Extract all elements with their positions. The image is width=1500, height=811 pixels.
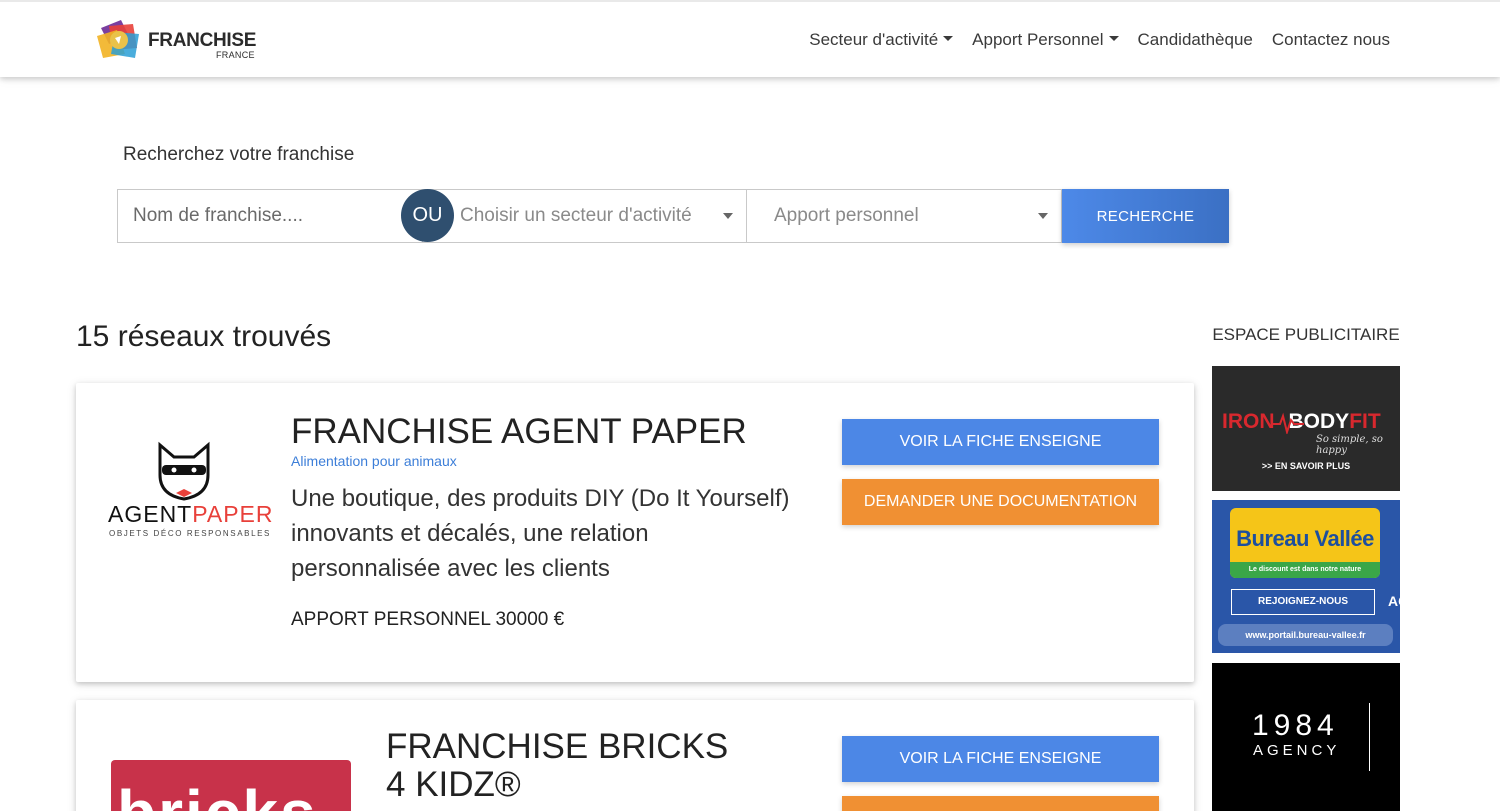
ad-bv-cta: REJOIGNEZ-NOUS — [1231, 589, 1375, 615]
request-documentation-button[interactable] — [842, 796, 1159, 811]
nav-contact[interactable]: Contactez nous — [1272, 30, 1390, 50]
nav-secteur-dropdown[interactable]: Secteur d'activité — [809, 30, 954, 50]
request-documentation-button[interactable]: DEMANDER UNE DOCUMENTATION — [842, 479, 1159, 525]
ad-space-title: ESPACE PUBLICITAIRE — [1212, 325, 1400, 344]
apport-select[interactable]: Apport personnel — [747, 189, 1062, 243]
franchise-apport: APPORT PERSONNEL 30000 € — [291, 609, 565, 630]
caret-down-icon — [1108, 36, 1119, 41]
ad-bv-badge: Bureau Vallée Le discount est dans notre… — [1230, 508, 1380, 578]
search-bar: Nom de franchise.... OU Choisir un secte… — [117, 189, 1229, 243]
ad-ironbodyfit-cta: >> EN SAVOIR PLUS — [1261, 461, 1351, 471]
nav-apport-dropdown[interactable]: Apport Personnel — [972, 30, 1119, 50]
franchise-name-input[interactable]: Nom de franchise.... — [117, 189, 422, 243]
logo-subtitle: FRANCE — [216, 50, 255, 60]
franchise-category[interactable]: Alimentation pour animaux — [291, 453, 457, 469]
ad-1984-agency[interactable]: 1984 AGENCY — [1212, 663, 1400, 811]
ad-bureau-vallee[interactable]: Bureau Vallée Le discount est dans notre… — [1212, 500, 1400, 653]
nav-menu: Secteur d'activité Apport Personnel Cand… — [809, 30, 1390, 50]
bricks-logo-text: bricks — [117, 776, 318, 811]
ad-word-fit: FIT — [1349, 410, 1381, 433]
ad-1984-number: 1984 — [1252, 709, 1339, 742]
sector-select[interactable]: Choisir un secteur d'activité — [422, 189, 747, 243]
view-franchise-button[interactable]: VOIR LA FICHE ENSEIGNE — [842, 419, 1159, 465]
bricks-logo[interactable]: bricks — [111, 760, 351, 811]
nav-candidatheque[interactable]: Candidathèque — [1138, 30, 1253, 50]
agent-paper-logo[interactable]: AGENTPAPER OBJETS DÉCO RESPONSABLES — [106, 441, 273, 541]
ad-bv-edge-text: AC — [1388, 593, 1400, 609]
ad-bv-band: Le discount est dans notre nature — [1230, 562, 1380, 578]
search-heading: Recherchez votre franchise — [123, 144, 355, 165]
nav-candidatheque-label: Candidathèque — [1137, 30, 1253, 49]
franchise-card: bricks FRANCHISE BRICKS 4 KIDZ® VOIR LA … — [76, 700, 1194, 811]
ad-ironbodyfit-tagline: So simple, so happy — [1316, 434, 1383, 456]
logo-word-paper: PAPER — [192, 501, 274, 527]
search-button[interactable]: RECHERCHE — [1062, 189, 1229, 243]
ad-ironbodyfit[interactable]: IRON BODYFIT So simple, so happy >> EN SA… — [1212, 366, 1400, 491]
ad-bv-tagline: Le discount est dans notre nature — [1248, 566, 1362, 573]
apport-select-value: Apport personnel — [774, 205, 919, 226]
caret-down-icon — [943, 36, 954, 41]
chevron-down-icon — [723, 213, 733, 219]
ad-bv-brand: Bureau Vallée — [1236, 526, 1374, 551]
nav-apport-label: Apport Personnel — [972, 30, 1104, 49]
sector-select-value: Choisir un secteur d'activité — [460, 205, 692, 226]
franchise-title[interactable]: FRANCHISE BRICKS 4 KIDZ® — [386, 728, 746, 804]
ad-word-iron: IRON — [1222, 410, 1275, 433]
franchise-description: Une boutique, des produits DIY (Do It Yo… — [291, 485, 790, 582]
results-count: 15 réseaux trouvés — [76, 320, 332, 353]
logo-tagline: OBJETS DÉCO RESPONSABLES — [109, 529, 271, 538]
chevron-down-icon — [1038, 213, 1048, 219]
franchise-title[interactable]: FRANCHISE AGENT PAPER — [291, 413, 747, 451]
ad-bv-url: www.portail.bureau-vallee.fr — [1218, 624, 1393, 646]
nav-contact-label: Contactez nous — [1271, 30, 1390, 49]
site-logo[interactable]: FRANCHISE FRANCE — [95, 18, 265, 62]
nav-secteur-label: Secteur d'activité — [809, 30, 939, 49]
top-navbar: FRANCHISE FRANCE Secteur d'activité Appo… — [0, 0, 1500, 77]
cat-mask-icon — [158, 441, 210, 501]
heartbeat-icon — [1272, 412, 1304, 434]
or-badge: OU — [401, 189, 454, 242]
logo-mark-icon — [97, 20, 139, 58]
logo-word-agent: AGENT — [108, 501, 193, 527]
ad-1984-divider — [1369, 703, 1370, 771]
ad-1984-agency-text: AGENCY — [1253, 742, 1341, 759]
franchise-card: AGENTPAPER OBJETS DÉCO RESPONSABLES FRAN… — [76, 383, 1194, 682]
logo-title: FRANCHISE — [148, 30, 257, 51]
view-franchise-button[interactable]: VOIR LA FICHE ENSEIGNE — [842, 736, 1159, 782]
